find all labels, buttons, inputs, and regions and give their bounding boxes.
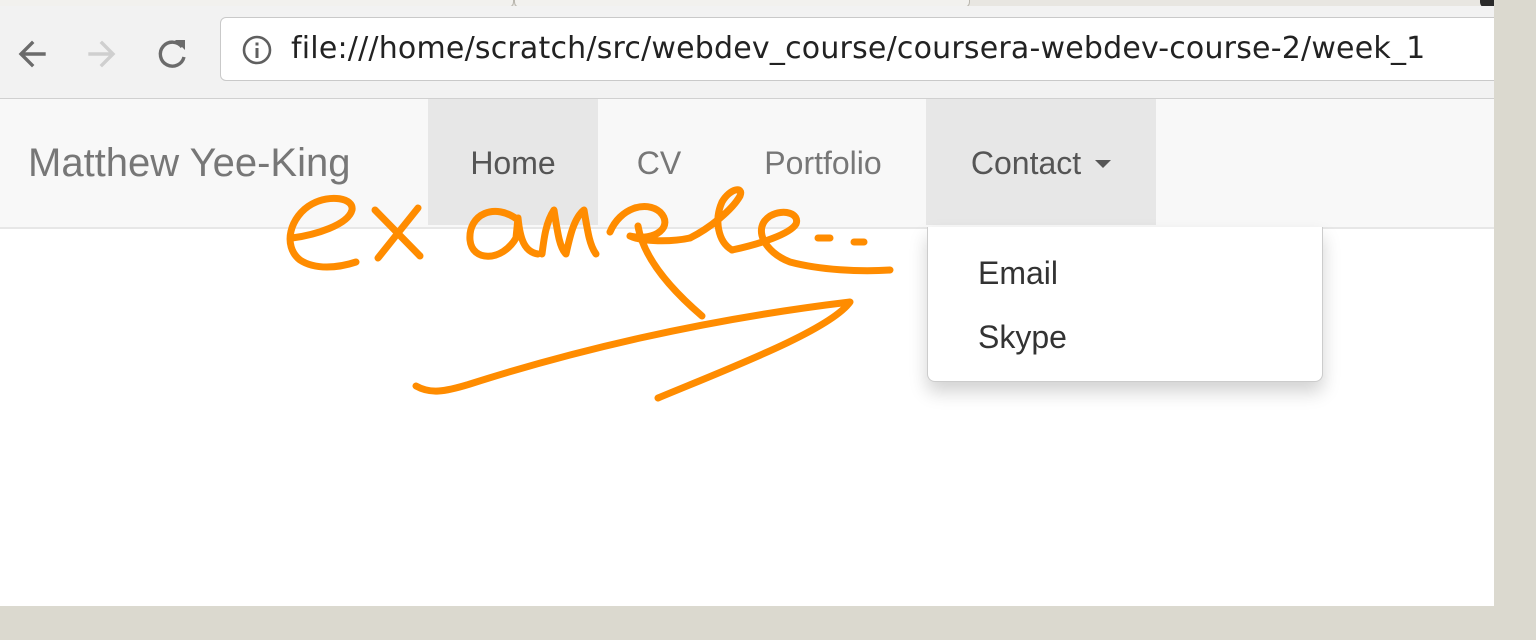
dropdown-item-skype[interactable]: Skype xyxy=(978,319,1067,356)
nav-item-home[interactable]: Home xyxy=(428,99,598,225)
browser-toolbar: file:///home/scratch/src/webdev_course/c… xyxy=(0,6,1494,99)
forward-button[interactable] xyxy=(82,34,122,74)
nav-item-label: CV xyxy=(636,145,682,181)
site-navbar: Matthew Yee-King Home CV Portfolio Conta… xyxy=(0,99,1494,229)
nav-item-portfolio[interactable]: Portfolio xyxy=(720,99,926,225)
info-circle-icon[interactable] xyxy=(241,34,273,66)
url-text[interactable]: file:///home/scratch/src/webdev_course/c… xyxy=(291,31,1425,66)
browser-window: file:///home/scratch/src/webdev_course/c… xyxy=(0,0,1494,606)
arrow-left-icon xyxy=(18,40,46,68)
arrow-right-icon xyxy=(88,40,116,68)
nav-item-label: Home xyxy=(470,145,556,181)
contact-dropdown-menu: Email Skype xyxy=(927,227,1323,382)
navbar-brand[interactable]: Matthew Yee-King xyxy=(28,99,350,227)
caret-down-icon xyxy=(1095,159,1112,168)
dropdown-item-email[interactable]: Email xyxy=(978,255,1058,292)
back-button[interactable] xyxy=(12,34,52,74)
nav-item-cv[interactable]: CV xyxy=(598,99,720,225)
reload-button[interactable] xyxy=(152,34,192,74)
nav-item-label: Contact xyxy=(970,145,1082,181)
reload-icon xyxy=(158,40,186,68)
nav-item-label: Portfolio xyxy=(764,145,882,181)
address-bar[interactable]: file:///home/scratch/src/webdev_course/c… xyxy=(220,17,1494,81)
nav-item-contact[interactable]: Contact xyxy=(926,99,1156,225)
